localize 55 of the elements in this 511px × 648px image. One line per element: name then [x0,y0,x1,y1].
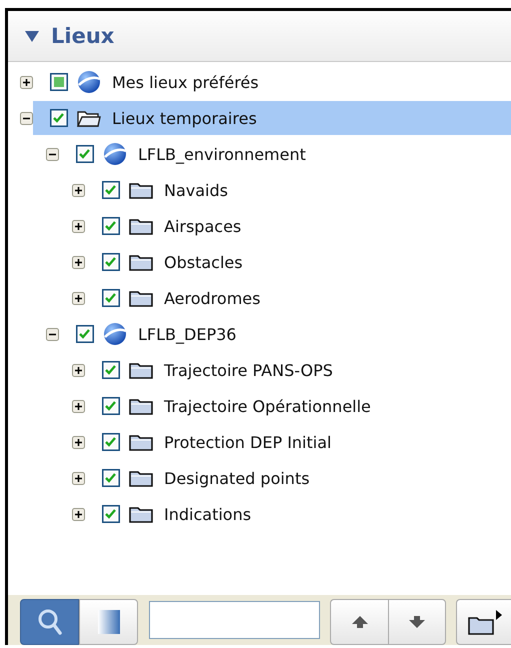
collapse-toggle[interactable] [46,148,59,160]
expand-toggle[interactable] [72,508,85,520]
down-arrow-icon [408,615,426,629]
checkbox[interactable] [102,181,120,199]
expand-toggle[interactable] [72,400,85,412]
expand-toggle[interactable] [72,184,85,196]
move-down-button[interactable] [388,599,446,645]
tree-item[interactable]: Airspaces [85,209,511,243]
checkbox[interactable] [102,289,120,307]
checkbox[interactable] [102,469,120,487]
checkbox[interactable] [76,145,94,163]
folder-menu-button[interactable] [456,599,511,645]
tree-item[interactable]: LFLB_DEP36 [59,317,511,351]
tree-item[interactable]: LFLB_environnement [59,137,511,171]
checkbox[interactable] [102,397,120,415]
collapse-toggle[interactable] [46,328,59,340]
tree-item[interactable]: Mes lieux préférés [33,65,511,99]
checkbox[interactable] [50,109,68,127]
tree-item[interactable]: Lieux temporaires [33,101,511,135]
checkbox[interactable] [50,73,68,91]
search-mode-button[interactable] [20,599,79,645]
panel-mode-button[interactable] [79,599,138,645]
tree-item[interactable]: Designated points [85,461,511,495]
expand-toggle[interactable] [72,292,85,304]
globe-icon [102,322,128,346]
panel-title: Lieux [51,24,114,48]
folder-menu-icon [467,608,503,636]
search-icon [36,608,62,636]
globe-icon [76,70,102,94]
tree-item[interactable]: Trajectoire PANS-OPS [85,353,511,387]
tree-item[interactable]: Navaids [85,173,511,207]
search-field[interactable] [149,601,320,639]
checkbox[interactable] [76,325,94,343]
expand-toggle[interactable] [72,256,85,268]
expand-toggle[interactable] [72,220,85,232]
up-arrow-icon [350,615,368,629]
move-up-button[interactable] [330,599,388,645]
checkbox[interactable] [102,361,120,379]
expand-toggle[interactable] [72,436,85,448]
tree-item[interactable]: Obstacles [85,245,511,279]
tree-item[interactable]: Trajectoire Opérationnelle [85,389,511,423]
tree-item[interactable]: Aerodromes [85,281,511,315]
collapse-toggle[interactable] [20,112,33,124]
expand-toggle[interactable] [72,472,85,484]
globe-icon [102,142,128,166]
collapse-icon[interactable] [25,30,39,42]
panel-icon [96,608,122,636]
checkbox[interactable] [102,217,120,235]
expand-toggle[interactable] [20,76,33,88]
tree-item[interactable]: Protection DEP Initial [85,425,511,459]
checkbox[interactable] [102,433,120,451]
tree-item[interactable]: Indications [85,497,511,531]
checkbox[interactable] [102,505,120,523]
checkbox[interactable] [102,253,120,271]
expand-toggle[interactable] [72,364,85,376]
